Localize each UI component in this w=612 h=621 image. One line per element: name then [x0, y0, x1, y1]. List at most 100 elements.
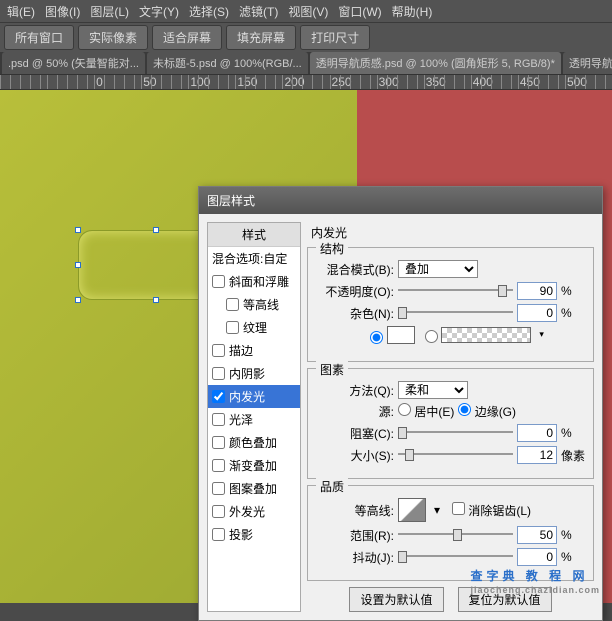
menu-filter[interactable]: 滤镜(T): [234, 3, 283, 20]
style-pattern-overlay[interactable]: 图案叠加: [208, 477, 300, 500]
style-color-overlay[interactable]: 颜色叠加: [208, 431, 300, 454]
opacity-slider[interactable]: [398, 284, 513, 298]
noise-slider[interactable]: [398, 306, 513, 320]
menu-edit[interactable]: 辑(E): [2, 3, 40, 20]
outer-glow-checkbox[interactable]: [212, 505, 225, 518]
contour-label: 等高线:: [316, 502, 394, 519]
color-radio-wrap[interactable]: [370, 326, 414, 347]
style-satin[interactable]: 光泽: [208, 408, 300, 431]
gradient-radio-wrap[interactable]: [425, 327, 531, 346]
style-inner-shadow[interactable]: 内阴影: [208, 362, 300, 385]
method-select[interactable]: 柔和: [398, 381, 468, 399]
opt-fill-screen[interactable]: 填充屏幕: [226, 25, 296, 50]
stroke-checkbox[interactable]: [212, 344, 225, 357]
size-input[interactable]: [517, 446, 557, 464]
src-edge-radio[interactable]: [458, 403, 471, 416]
ruler-tick: 0: [94, 75, 141, 89]
style-inner-glow[interactable]: 内发光: [208, 385, 300, 408]
style-gradient-overlay[interactable]: 渐变叠加: [208, 454, 300, 477]
color-swatch[interactable]: [387, 326, 415, 344]
style-list-header[interactable]: 样式: [208, 223, 300, 247]
noise-input[interactable]: [517, 304, 557, 322]
blend-mode-select[interactable]: 叠加: [398, 260, 478, 278]
choke-input[interactable]: [517, 424, 557, 442]
structure-legend: 结构: [316, 240, 348, 257]
drop-shadow-checkbox[interactable]: [212, 528, 225, 541]
watermark-sub: jiaocheng.chazidian.com: [470, 585, 600, 595]
color-radio[interactable]: [370, 331, 383, 344]
tab-doc-3[interactable]: 透明导航质...: [563, 52, 612, 74]
ruler-tick: 250: [330, 75, 377, 89]
range-input[interactable]: [517, 526, 557, 544]
ruler-tick: [0, 75, 47, 89]
style-contour[interactable]: 等高线: [208, 293, 300, 316]
range-label: 范围(R):: [316, 527, 394, 544]
pattern-overlay-checkbox[interactable]: [212, 482, 225, 495]
color-overlay-checkbox[interactable]: [212, 436, 225, 449]
inner-shadow-checkbox[interactable]: [212, 367, 225, 380]
opt-all-windows[interactable]: 所有窗口: [4, 25, 74, 50]
size-slider[interactable]: [398, 448, 513, 462]
satin-checkbox[interactable]: [212, 413, 225, 426]
tab-doc-1[interactable]: 未标题-5.psd @ 100%(RGB/...: [147, 52, 308, 74]
src-edge-wrap[interactable]: 边缘(G): [458, 403, 516, 420]
document-tabs: .psd @ 50% (矢量智能对... 未标题-5.psd @ 100%(RG…: [0, 52, 612, 74]
ruler-tick: 150: [235, 75, 282, 89]
ruler-tick: 500: [565, 75, 612, 89]
menu-image[interactable]: 图像(I): [40, 3, 85, 20]
menu-view[interactable]: 视图(V): [283, 3, 333, 20]
inner-glow-checkbox[interactable]: [212, 390, 225, 403]
gradient-preview[interactable]: [441, 327, 531, 343]
style-outer-glow[interactable]: 外发光: [208, 500, 300, 523]
opt-print-size[interactable]: 打印尺寸: [300, 25, 370, 50]
opt-fit-screen[interactable]: 适合屏幕: [152, 25, 222, 50]
menu-help[interactable]: 帮助(H): [387, 3, 438, 20]
style-list: 样式 混合选项:自定 斜面和浮雕 等高线 纹理 描边 内阴影 内发光 光泽 颜色…: [207, 222, 301, 612]
transform-handle[interactable]: [75, 227, 81, 233]
size-label: 大小(S):: [316, 447, 394, 464]
antialias-checkbox[interactable]: [452, 502, 465, 515]
watermark-main: 查字典 教 程 网: [470, 569, 588, 583]
pct-unit: %: [561, 306, 585, 320]
menu-layer[interactable]: 图层(L): [85, 3, 134, 20]
tab-doc-0[interactable]: .psd @ 50% (矢量智能对...: [2, 52, 145, 74]
ruler-tick: 200: [282, 75, 329, 89]
dialog-title[interactable]: 图层样式: [199, 187, 602, 214]
pct-unit: %: [561, 528, 585, 542]
src-center-wrap[interactable]: 居中(E): [398, 403, 454, 420]
opt-actual-pixels[interactable]: 实际像素: [78, 25, 148, 50]
ruler-tick: 100: [188, 75, 235, 89]
gradient-overlay-checkbox[interactable]: [212, 459, 225, 472]
layer-style-dialog: 图层样式 样式 混合选项:自定 斜面和浮雕 等高线 纹理 描边 内阴影 内发光 …: [198, 186, 603, 621]
style-bevel[interactable]: 斜面和浮雕: [208, 270, 300, 293]
tab-doc-2[interactable]: 透明导航质感.psd @ 100% (圆角矩形 5, RGB/8)*: [310, 52, 561, 74]
src-center-radio[interactable]: [398, 403, 411, 416]
options-bar: 所有窗口 实际像素 适合屏幕 填充屏幕 打印尺寸: [0, 22, 612, 52]
range-slider[interactable]: [398, 528, 513, 542]
jitter-slider[interactable]: [398, 550, 513, 564]
texture-checkbox[interactable]: [226, 321, 239, 334]
choke-slider[interactable]: [398, 426, 513, 440]
contour-picker[interactable]: [398, 498, 426, 522]
style-blend-options[interactable]: 混合选项:自定: [208, 247, 300, 270]
canvas-area: 图层样式 样式 混合选项:自定 斜面和浮雕 等高线 纹理 描边 内阴影 内发光 …: [0, 90, 612, 603]
transform-handle[interactable]: [75, 297, 81, 303]
style-drop-shadow[interactable]: 投影: [208, 523, 300, 546]
make-default-button[interactable]: 设置为默认值: [349, 587, 443, 612]
menu-window[interactable]: 窗口(W): [333, 3, 386, 20]
gradient-radio[interactable]: [425, 330, 438, 343]
contour-checkbox[interactable]: [226, 298, 239, 311]
style-texture[interactable]: 纹理: [208, 316, 300, 339]
menu-select[interactable]: 选择(S): [184, 3, 234, 20]
opacity-label: 不透明度(O):: [316, 283, 394, 300]
antialias-wrap[interactable]: 消除锯齿(L): [452, 502, 531, 519]
transform-handle[interactable]: [153, 227, 159, 233]
style-stroke[interactable]: 描边: [208, 339, 300, 362]
transform-handle[interactable]: [153, 297, 159, 303]
choke-label: 阻塞(C):: [316, 425, 394, 442]
menu-type[interactable]: 文字(Y): [134, 3, 184, 20]
opacity-input[interactable]: [517, 282, 557, 300]
bevel-checkbox[interactable]: [212, 275, 225, 288]
ruler-tick: 350: [424, 75, 471, 89]
transform-handle[interactable]: [75, 262, 81, 268]
